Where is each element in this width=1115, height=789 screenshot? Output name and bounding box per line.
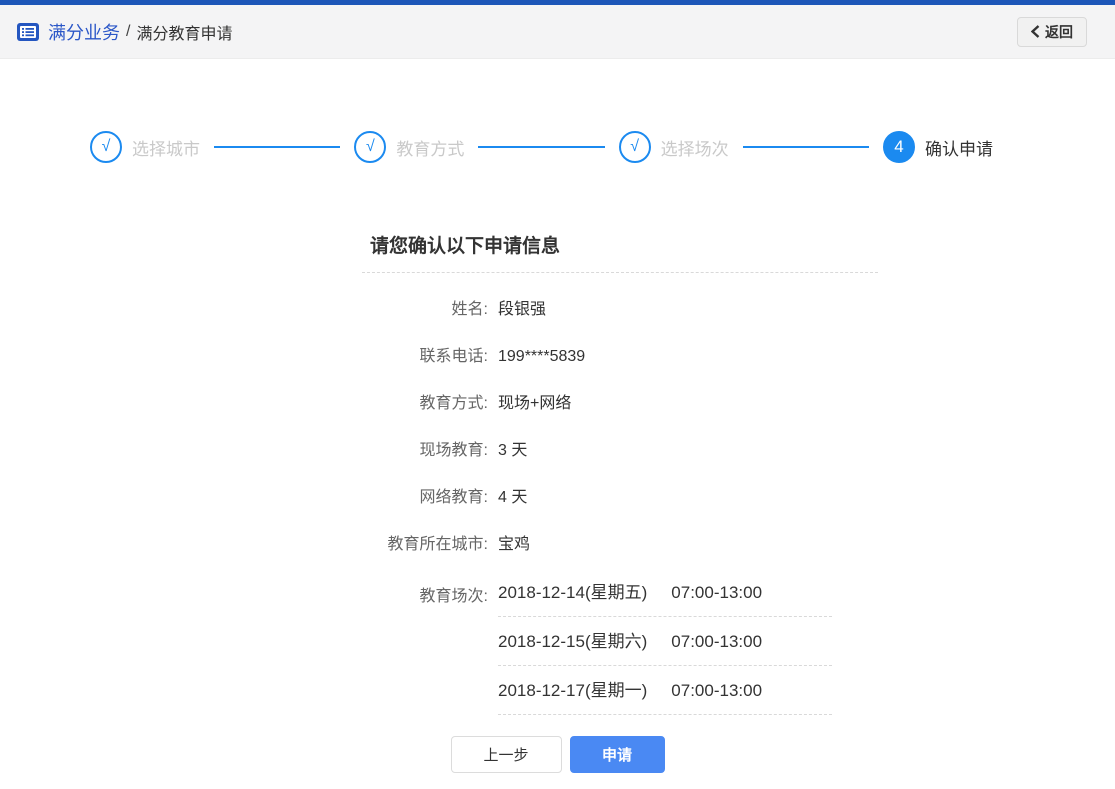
session-entry: 2018-12-15(星期六) 07:00-13:00 [498,631,832,666]
breadcrumb-root[interactable]: 满分业务 [48,19,120,45]
session-time: 07:00-13:00 [671,681,763,700]
previous-step-button[interactable]: 上一步 [450,736,562,773]
field-label: 网络教育: [419,489,488,506]
field-value: 3 天 [498,442,528,459]
step-1-label: 选择城市 [132,139,200,159]
field-row-online-days: 网络教育: 4 天 [362,488,878,508]
field-row-city: 教育所在城市: 宝鸡 [362,535,878,555]
field-value: 宝鸡 [498,536,531,553]
back-button-label: 返回 [1045,23,1073,40]
page-header: 满分业务 / 满分教育申请 返回 [0,5,1115,59]
step-1-check-icon: √ [90,131,122,163]
step-connector [742,146,869,148]
session-entry: 2018-12-17(星期一) 07:00-13:00 [498,680,832,715]
session-time: 07:00-13:00 [671,583,763,602]
step-select-session: √ 选择场次 [618,131,729,163]
session-entry: 2018-12-14(星期五) 07:00-13:00 [498,582,832,617]
step-confirm-application: 4 确认申请 [882,131,993,163]
field-label: 姓名: [451,301,488,318]
field-label: 教育所在城市: [387,536,488,553]
apply-button[interactable]: 申请 [569,736,665,773]
step-4-label: 确认申请 [924,139,993,159]
chevron-left-icon [1031,25,1040,38]
field-value: 199****5839 [498,348,586,365]
session-row: 2018-12-15(星期六) 07:00-13:00 [362,631,878,666]
session-date: 2018-12-15(星期六) [498,632,648,651]
breadcrumb-separator: / [126,22,131,40]
field-value: 现场+网络 [498,395,572,412]
field-value: 4 天 [498,489,528,506]
step-3-label: 选择场次 [660,139,729,159]
field-row-name: 姓名: 段银强 [362,300,878,320]
breadcrumb-current: 满分教育申请 [136,25,233,43]
step-select-city: √ 选择城市 [90,131,200,163]
step-connector [478,146,605,148]
sessions-label: 教育场次: [419,588,488,605]
field-value: 段银强 [498,301,547,318]
field-label: 教育方式: [419,395,488,412]
session-row: 教育场次: 2018-12-14(星期五) 07:00-13:00 [362,582,878,617]
confirmation-panel: 请您确认以下申请信息 姓名: 段银强 联系电话: 199****5839 教育方… [362,231,878,715]
sessions-label-spacer [362,631,488,666]
step-3-check-icon: √ [618,131,651,163]
list-icon [16,22,40,42]
field-label: 现场教育: [419,442,488,459]
sessions-section: 教育场次: 2018-12-14(星期五) 07:00-13:00 2018-1… [362,582,878,715]
breadcrumb: 满分业务 / 满分教育申请 [16,19,232,45]
step-wizard: √ 选择城市 √ 教育方式 √ 选择场次 4 确认申请 [90,131,993,163]
session-date: 2018-12-17(星期一) [498,681,648,700]
session-date: 2018-12-14(星期五) [498,583,648,602]
session-time: 07:00-13:00 [671,632,763,651]
back-button[interactable]: 返回 [1017,16,1087,47]
confirmation-title: 请您确认以下申请信息 [362,231,878,273]
session-row: 2018-12-17(星期一) 07:00-13:00 [362,680,878,715]
field-row-onsite-days: 现场教育: 3 天 [362,441,878,461]
sessions-label-spacer [362,680,488,715]
step-2-check-icon: √ [354,131,387,163]
step-4-number-badge: 4 [882,131,915,163]
step-2-label: 教育方式 [396,139,465,159]
step-education-method: √ 教育方式 [354,131,464,163]
field-label: 联系电话: [419,348,488,365]
field-row-education-method: 教育方式: 现场+网络 [362,394,878,414]
step-connector [214,146,341,148]
action-buttons: 上一步 申请 [0,736,1115,773]
field-row-phone: 联系电话: 199****5839 [362,347,878,367]
